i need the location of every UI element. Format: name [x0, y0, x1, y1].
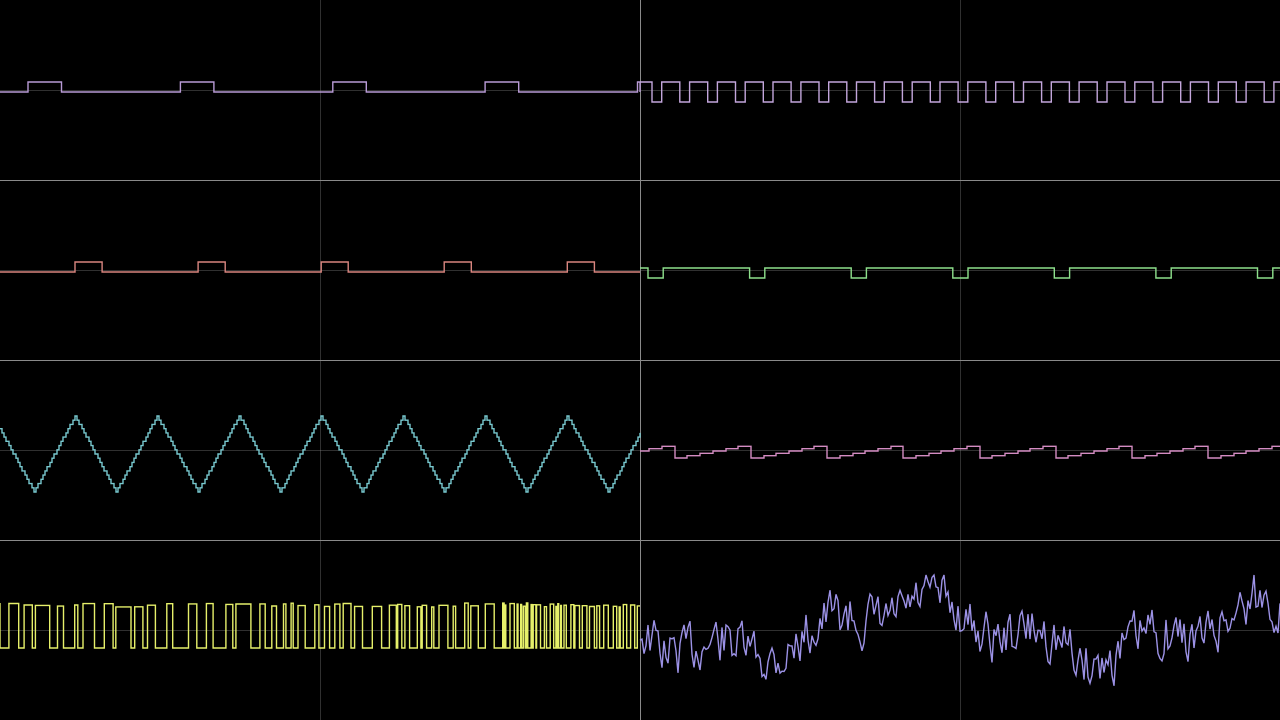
- oscilloscope-view: [0, 0, 1280, 720]
- grid: [0, 0, 1280, 720]
